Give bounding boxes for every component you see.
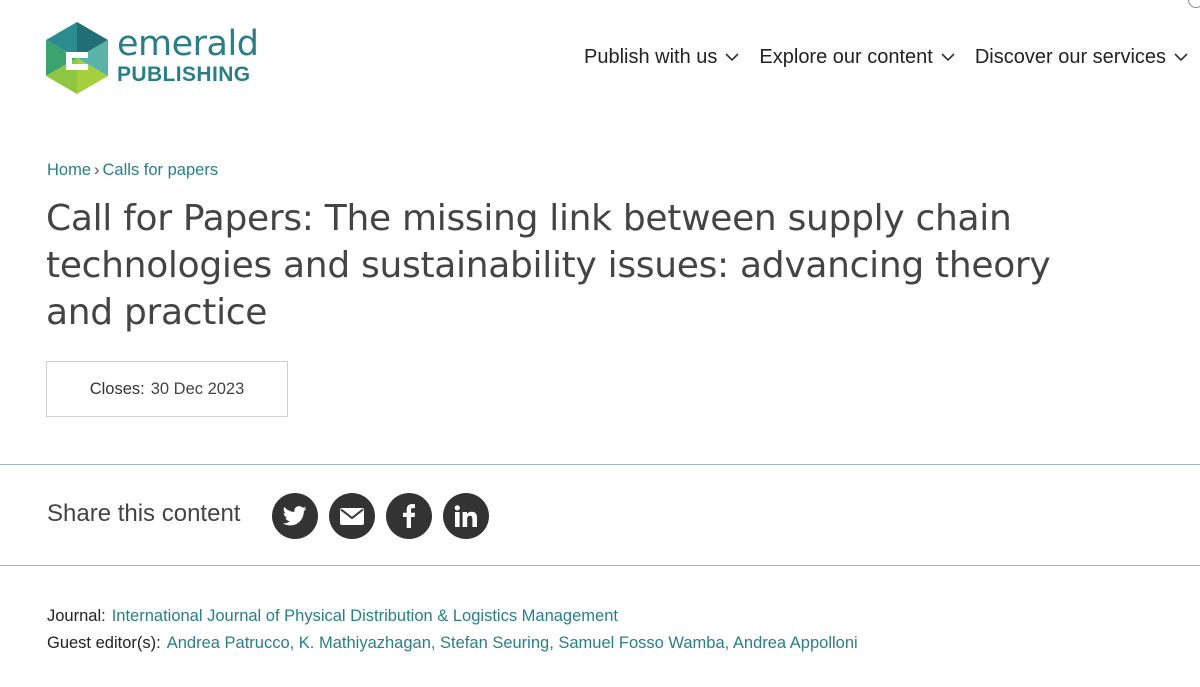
guest-editors-row: Guest editor(s): Andrea Patrucco, K. Math… [47,634,858,653]
twitter-icon [283,506,307,526]
guest-editors-list: Andrea Patrucco, K. Mathiyazhagan, Stefa… [166,634,858,652]
divider [0,464,1200,465]
divider [0,565,1200,566]
logo-wordmark: emerald [117,24,259,64]
breadcrumb-home[interactable]: Home [47,161,91,179]
breadcrumb: Home › Calls for papers [47,161,218,180]
share-label: Share this content [47,500,241,527]
emerald-logo[interactable]: emerald PUBLISHING [46,22,259,94]
breadcrumb-separator: › [94,161,100,179]
closing-date-box: Closes: 30 Dec 2023 [46,361,288,417]
journal-row: Journal: International Journal of Physica… [47,607,618,626]
main-nav: Publish with us Explore our content Disc… [584,46,1200,69]
nav-discover-our-services[interactable]: Discover our services [975,46,1188,69]
logo-subtitle: PUBLISHING [117,63,251,86]
email-icon [340,507,364,525]
nav-label: Discover our services [974,46,1167,68]
closes-date: 30 Dec 2023 [150,379,245,398]
linkedin-share-button[interactable] [443,493,489,539]
facebook-share-button[interactable] [386,493,432,539]
twitter-share-button[interactable] [272,493,318,539]
email-share-button[interactable] [329,493,375,539]
nav-label: Explore our content [759,46,933,68]
share-icons [272,493,500,539]
guest-editors-label: Guest editor(s): [47,634,161,652]
chevron-down-icon [1174,53,1188,62]
linkedin-icon [454,505,477,527]
closes-label: Closes: [89,379,145,398]
journal-label: Journal: [47,607,106,625]
chevron-down-icon [941,53,955,62]
facebook-icon [403,504,415,528]
emerald-logo-icon [46,22,108,94]
search-icon[interactable] [1188,0,1200,8]
journal-link[interactable]: International Journal of Physical Distri… [112,607,618,625]
nav-label: Publish with us [584,46,718,68]
nav-explore-our-content[interactable]: Explore our content [759,46,955,69]
chevron-down-icon [725,53,739,62]
nav-publish-with-us[interactable]: Publish with us [584,46,739,69]
breadcrumb-calls-for-papers[interactable]: Calls for papers [103,161,219,179]
page-title: Call for Papers: The missing link betwee… [46,198,1051,333]
